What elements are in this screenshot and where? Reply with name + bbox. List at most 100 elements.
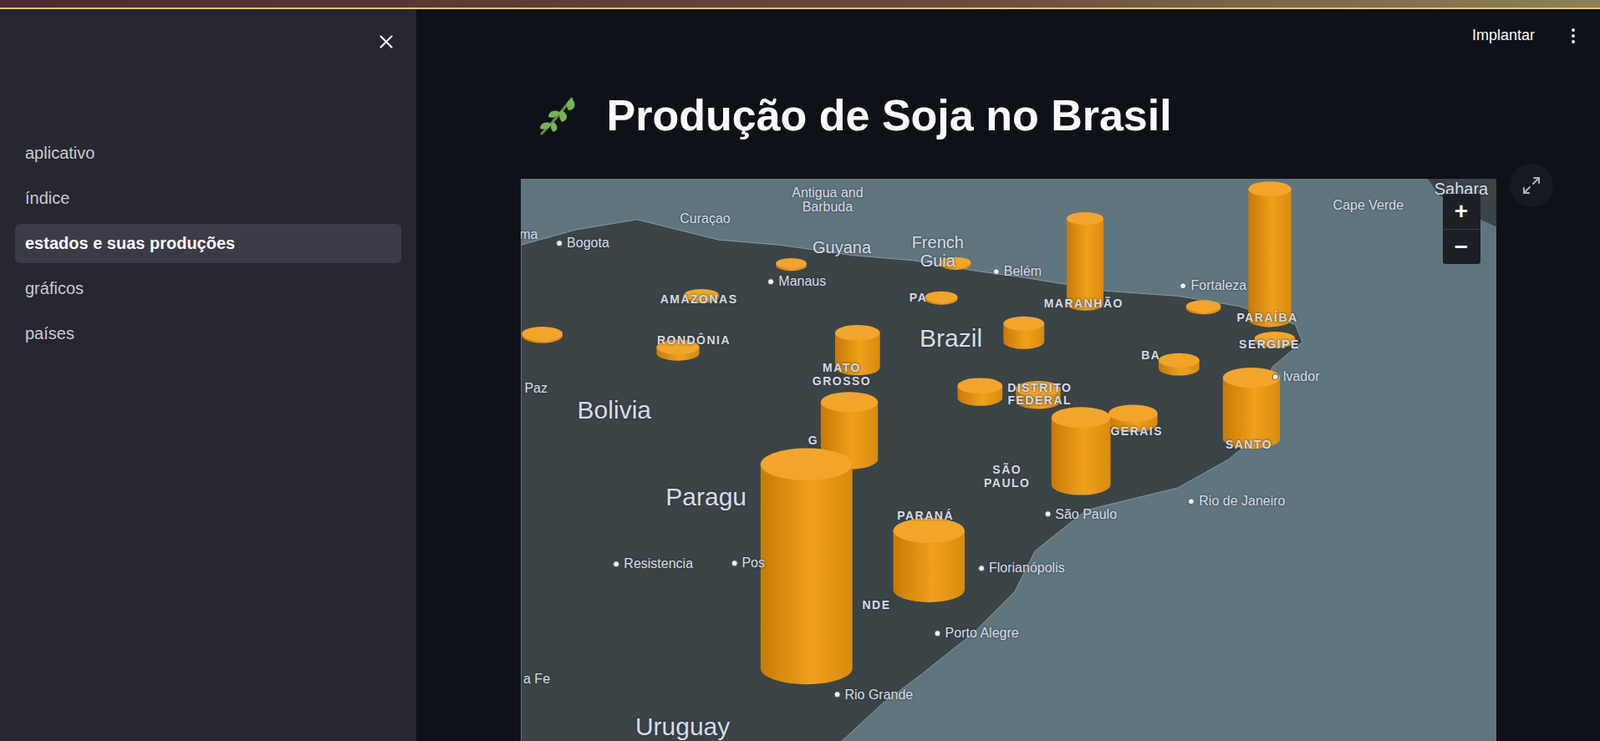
production-column[interactable] [1157, 353, 1199, 377]
city-dot-icon [993, 268, 1000, 276]
map-label: Antigua and Barbuda [791, 185, 863, 215]
production-column[interactable] [924, 291, 958, 306]
top-bar: Implantar [1467, 23, 1584, 48]
city-dot-icon [833, 692, 841, 699]
zoom-controls: +− [1442, 193, 1481, 265]
sidebar-header [0, 0, 417, 134]
map-label: lvador [1272, 369, 1320, 385]
map-label: Pos [730, 555, 765, 571]
map-label: SANTO [1225, 438, 1273, 452]
city-dot-icon [1044, 511, 1051, 519]
city-dot-icon [767, 278, 775, 286]
map[interactable]: Antigua and Barbuda Curaçao ma Bogota Guyana… [520, 178, 1497, 741]
map-label: French Guia [912, 233, 964, 271]
title-row: Produção de Soja no Brasil [520, 86, 1497, 145]
fullscreen-icon [1521, 175, 1542, 196]
sidebar-item[interactable]: aplicativo [15, 133, 402, 174]
map-canvas [520, 178, 1497, 741]
leaf-icon [535, 91, 582, 139]
production-column[interactable] [1003, 316, 1045, 350]
sidebar-nav: aplicativoíndice estados e suas produções… [15, 133, 402, 354]
map-label: MARANHÃO [1044, 297, 1124, 311]
city-dot-icon [1179, 282, 1187, 290]
city-dot-icon [612, 560, 620, 568]
map-label: NDE [861, 600, 891, 613]
production-column[interactable] [834, 325, 880, 376]
map-label: PA [909, 291, 928, 305]
production-column[interactable] [759, 448, 852, 686]
zoom-in-button[interactable]: + [1442, 193, 1481, 230]
sidebar-item[interactable]: países [15, 314, 402, 354]
map-label: MATO GROSSO [812, 361, 872, 388]
map-label: SÃO PAULO [983, 463, 1030, 490]
map-label: Brazil [919, 324, 983, 352]
land [520, 219, 1303, 741]
map-label: ma [520, 227, 539, 243]
map-label: SERGIPE [1238, 338, 1300, 352]
map-label: Belém [993, 264, 1042, 280]
app: aplicativoíndice estados e suas produções… [0, 0, 1600, 741]
city-dot-icon [978, 565, 985, 572]
map-label: Paragu [665, 482, 747, 510]
city-dot-icon [1272, 373, 1279, 381]
menu-button[interactable] [1563, 25, 1584, 46]
map-label: Rio Grande [833, 687, 913, 704]
sidebar-item[interactable]: gráficos [15, 269, 402, 309]
deploy-button[interactable]: Implantar [1467, 23, 1540, 48]
main: Implantar Produção de Soja no Brasil Antig… [416, 0, 1600, 741]
content: Produção de Soja no Brasil Antigua and Ba… [520, 86, 1497, 741]
production-column[interactable] [892, 518, 964, 603]
map-label: Manaus [767, 274, 826, 290]
map-label: Bogota [555, 235, 610, 251]
production-column[interactable] [1050, 407, 1111, 495]
map-label: Paz [520, 382, 548, 398]
production-column[interactable] [939, 257, 971, 271]
sidebar-item[interactable]: índice [15, 178, 402, 219]
close-icon [375, 30, 398, 53]
production-column[interactable] [1185, 300, 1221, 315]
map-label: AMAZONAS [660, 294, 739, 307]
production-column[interactable] [1253, 331, 1295, 349]
city-dot-icon [1187, 498, 1195, 505]
kebab-icon [1563, 25, 1584, 46]
map-label: BA [1141, 350, 1161, 363]
map-label: GERAIS [1110, 425, 1163, 439]
map-label: Guyana [812, 238, 872, 257]
production-column[interactable] [656, 339, 699, 361]
city-dot-icon [934, 630, 942, 637]
map-label: PARAÍBA [1236, 312, 1298, 326]
fullscreen-button[interactable] [1509, 163, 1554, 208]
map-label: Fortaleza [1179, 278, 1247, 294]
map-label: Curaçao [679, 211, 730, 227]
close-button[interactable] [374, 30, 398, 54]
map-label: São Paulo [1044, 507, 1117, 523]
decoration-bar [0, 0, 1600, 10]
production-column[interactable] [1222, 367, 1279, 449]
map-label: Rio de Janeiro [1187, 494, 1285, 510]
production-column[interactable] [1066, 212, 1104, 311]
map-label: Cape Verde [1333, 198, 1405, 214]
production-column[interactable] [957, 377, 1003, 406]
production-column[interactable] [1015, 381, 1061, 409]
production-column[interactable] [1108, 404, 1158, 433]
production-column[interactable] [521, 326, 563, 344]
map-wrap: Antigua and Barbuda Curaçao ma Bogota Guyana… [520, 178, 1497, 741]
city-dot-icon [555, 239, 563, 247]
map-label: Florianópolis [978, 560, 1065, 576]
map-label: RONDÔNIA [657, 334, 731, 347]
map-label: Porto Alegre [934, 626, 1020, 643]
map-label: G [808, 434, 819, 448]
map-label: DISTRITO FEDERAL [1007, 381, 1072, 408]
zoom-out-button[interactable]: − [1442, 229, 1481, 265]
production-column[interactable] [1248, 181, 1291, 327]
map-label: Uruguay [635, 713, 730, 741]
page-title: Produção de Soja no Brasil [606, 90, 1172, 141]
map-label: a Fe [523, 672, 551, 688]
map-label: Resistencia [612, 557, 693, 573]
sidebar-item[interactable]: estados e suas produções [15, 224, 402, 264]
map-label: PARANÁ [896, 509, 954, 523]
sidebar: aplicativoíndice estados e suas produções… [0, 0, 417, 741]
production-column[interactable] [775, 258, 807, 271]
production-column[interactable] [683, 289, 719, 304]
city-dot-icon [730, 560, 738, 567]
